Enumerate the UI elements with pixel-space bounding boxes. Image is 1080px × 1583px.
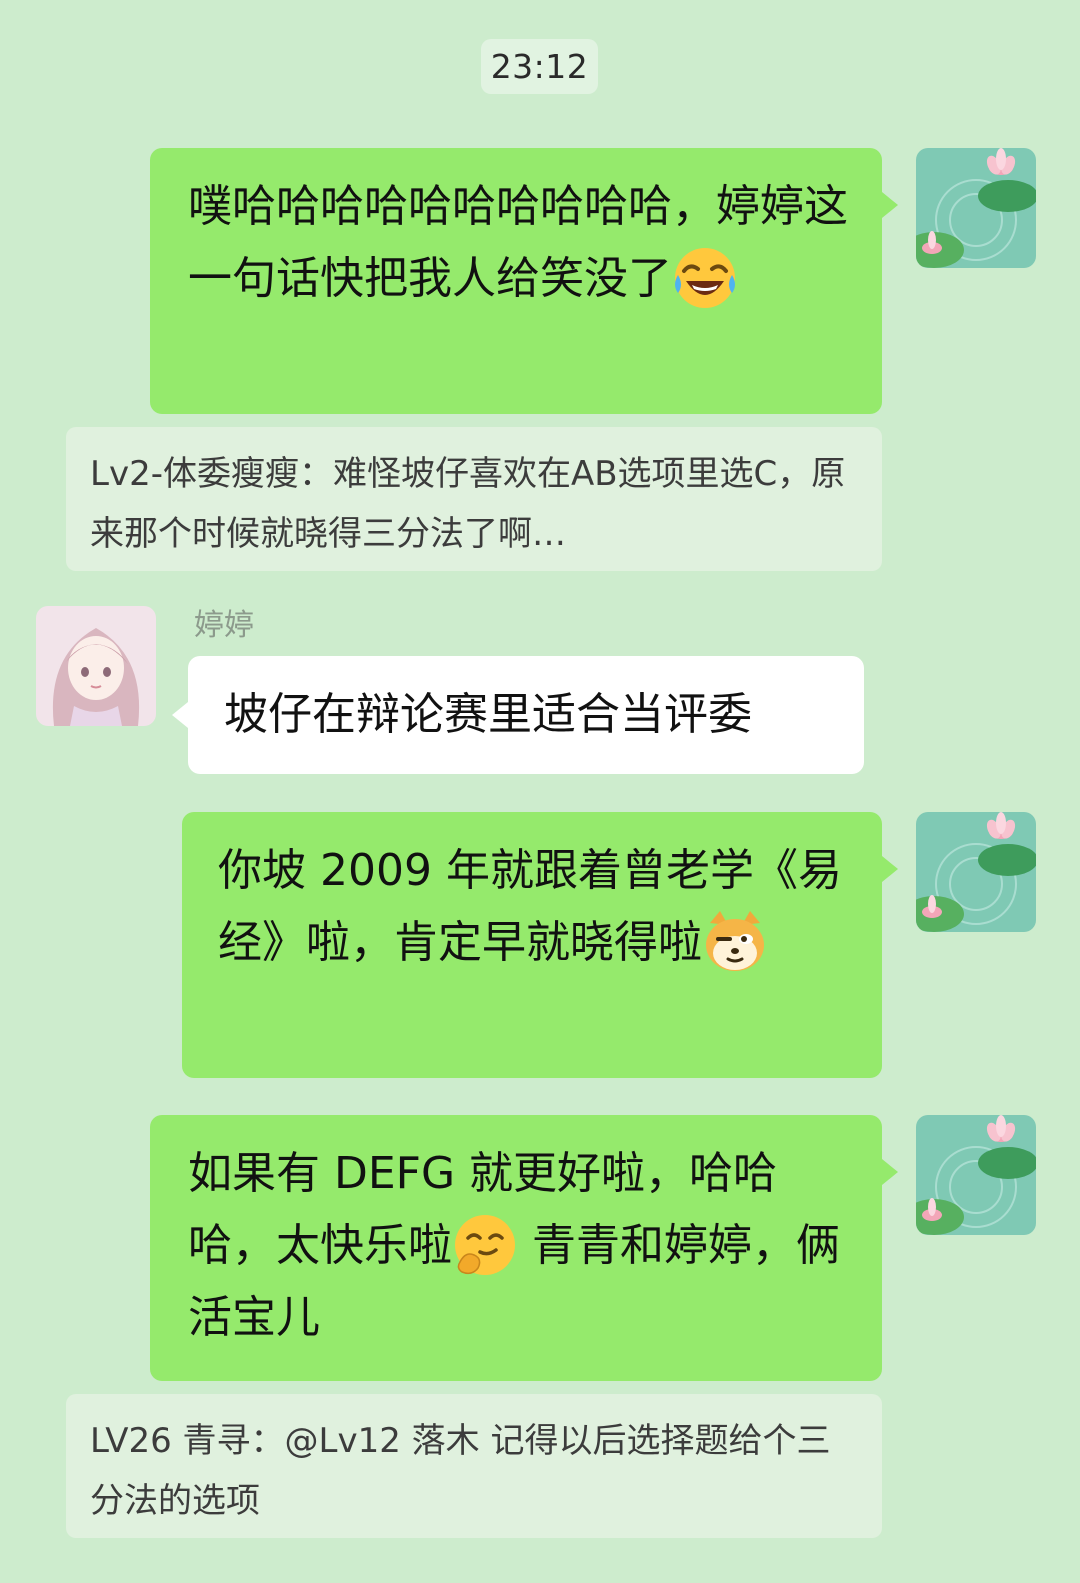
- tears-of-joy-emoji: [672, 245, 738, 311]
- quoted-message[interactable]: LV26 青寻：@Lv12 落木 记得以后选择题给个三分法的选项: [66, 1394, 882, 1538]
- message-timestamp: 23:12: [481, 39, 598, 94]
- message-text: 坡仔在辩论赛里适合当评委: [224, 689, 752, 740]
- chat-area[interactable]: 23:12 噗哈哈哈哈哈哈哈哈哈哈，婷婷这一句话快把我人给笑没了 Lv2-体委瘦…: [0, 0, 1080, 1583]
- lotus-pond-icon: [916, 1115, 1036, 1235]
- quoted-message[interactable]: Lv2-体委瘦瘦：难怪坡仔喜欢在AB选项里选C，原来那个时候就晓得三分法了啊…: [66, 427, 882, 571]
- quote-text: LV26 青寻：@Lv12 落木 记得以后选择题给个三分法的选项: [90, 1421, 831, 1521]
- quote-text: Lv2-体委瘦瘦：难怪坡仔喜欢在AB选项里选C，原来那个时候就晓得三分法了啊…: [90, 454, 846, 554]
- message-text: 噗哈哈哈哈哈哈哈哈哈哈，婷婷这一句话快把我人给笑没了: [188, 181, 848, 304]
- received-message-bubble[interactable]: 坡仔在辩论赛里适合当评委: [172, 656, 864, 774]
- anime-girl-icon: [36, 606, 156, 726]
- sender-name: 婷婷: [194, 608, 254, 643]
- self-avatar[interactable]: [916, 148, 1036, 268]
- sent-message-bubble[interactable]: 你坡 2009 年就跟着曾老学《易经》啦，肯定早就晓得啦: [182, 812, 898, 1078]
- tingting-avatar[interactable]: [36, 606, 156, 726]
- self-avatar[interactable]: [916, 812, 1036, 932]
- doge-emoji: [702, 909, 768, 975]
- sent-message-bubble[interactable]: 噗哈哈哈哈哈哈哈哈哈哈，婷婷这一句话快把我人给笑没了: [150, 148, 898, 414]
- sent-message-bubble[interactable]: 如果有 DEFG 就更好啦，哈哈哈，太快乐啦 青青和婷婷，俩活宝儿: [150, 1115, 898, 1381]
- lotus-pond-icon: [916, 148, 1036, 268]
- lotus-pond-icon: [916, 812, 1036, 932]
- smirk-emoji: [452, 1212, 518, 1278]
- self-avatar[interactable]: [916, 1115, 1036, 1235]
